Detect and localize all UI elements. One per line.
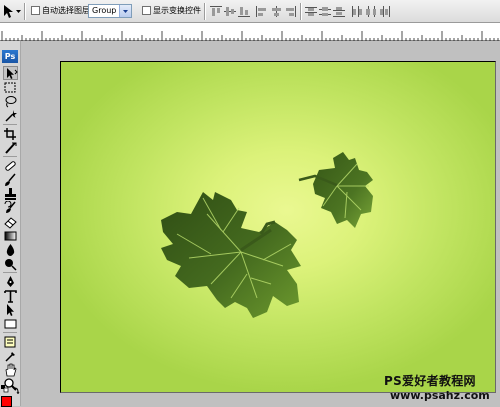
align-horizontal-centers-icon[interactable]	[270, 6, 282, 17]
dodge-icon	[5, 259, 17, 271]
distribute-left-icon[interactable]	[351, 6, 363, 17]
clone-stamp-tool[interactable]	[3, 187, 18, 201]
separator	[204, 3, 206, 20]
shape-tool[interactable]	[3, 317, 18, 331]
foreground-color-swatch[interactable]	[1, 396, 12, 407]
blur-tool[interactable]	[3, 243, 18, 257]
lasso-tool[interactable]	[3, 95, 18, 109]
brush-tool[interactable]	[3, 173, 18, 187]
slice-tool[interactable]	[3, 141, 18, 155]
ps-logo[interactable]: Ps	[2, 50, 18, 63]
align-bottom-edges-icon[interactable]	[238, 6, 250, 17]
move-arrow-icon	[4, 5, 21, 18]
distribute-top-icon[interactable]	[305, 6, 317, 17]
crop-tool[interactable]	[3, 127, 18, 141]
align-vertical-centers-icon[interactable]	[224, 6, 236, 17]
magic-wand-tool[interactable]	[3, 109, 18, 123]
separator	[3, 156, 17, 157]
eraser-icon	[4, 217, 17, 229]
align-left-edges-icon[interactable]	[256, 6, 268, 17]
move-icon	[7, 68, 18, 79]
align-right-edges-icon[interactable]	[284, 6, 296, 17]
bandage-icon	[5, 161, 16, 171]
options-bar: 自动选择图层 Group 显示变换控件	[0, 0, 500, 23]
type-icon	[4, 290, 17, 303]
separator	[300, 3, 302, 20]
brush-icon	[5, 173, 16, 186]
dodge-tool[interactable]	[3, 257, 18, 271]
gradient-icon	[4, 231, 17, 241]
auto-select-checkbox[interactable]	[31, 6, 40, 15]
notes-icon	[4, 336, 16, 348]
eraser-tool[interactable]	[3, 215, 18, 229]
slice-icon	[5, 142, 17, 154]
eyedropper-tool[interactable]	[3, 349, 18, 363]
toolbox: Ps	[0, 41, 21, 407]
rectangle-icon	[4, 319, 17, 329]
leaves-artwork	[161, 152, 373, 318]
ruler-ticks	[1, 31, 499, 41]
separator	[24, 3, 26, 20]
watermark-url: www.psahz.com	[390, 389, 490, 402]
history-brush-tool[interactable]	[3, 201, 18, 215]
auto-select-dropdown[interactable]: Group	[88, 4, 132, 18]
marquee-tool[interactable]	[3, 81, 18, 95]
healing-brush-tool[interactable]	[3, 159, 18, 173]
hand-icon	[5, 363, 17, 377]
small-leaf	[298, 152, 373, 228]
magic-wand-icon	[5, 110, 17, 122]
crop-icon	[4, 128, 16, 140]
drop-icon	[6, 244, 15, 256]
move-tool-preset-picker[interactable]	[2, 4, 22, 19]
history-brush-icon	[4, 201, 16, 213]
stamp-icon	[5, 188, 16, 200]
marquee-icon	[4, 82, 16, 93]
default-colors-icon[interactable]	[1, 385, 9, 393]
show-transform-label: 显示变换控件	[153, 6, 201, 15]
large-leaf	[161, 192, 301, 318]
document-canvas[interactable]	[60, 61, 496, 393]
pen-tool[interactable]	[3, 275, 18, 289]
separator	[3, 332, 17, 333]
distribute-horizontal-centers-icon[interactable]	[365, 6, 377, 17]
show-transform-checkbox[interactable]	[142, 6, 151, 15]
separator	[3, 124, 17, 125]
gradient-tool[interactable]	[3, 229, 18, 243]
chevron-down-icon	[119, 5, 131, 17]
horizontal-ruler	[0, 23, 500, 41]
path-selection-tool[interactable]	[3, 303, 18, 317]
eyedropper-icon	[5, 352, 15, 362]
watermark: PS爱好者教程网 www.psahz.com	[380, 370, 500, 406]
move-tool[interactable]	[3, 66, 18, 80]
hand-tool[interactable]	[3, 363, 18, 377]
swap-colors-icon[interactable]	[12, 386, 20, 394]
align-top-edges-icon[interactable]	[210, 6, 222, 17]
distribute-bottom-icon[interactable]	[333, 6, 345, 17]
notes-tool[interactable]	[3, 335, 18, 349]
type-tool[interactable]	[3, 289, 18, 303]
auto-select-label: 自动选择图层	[42, 6, 90, 15]
lasso-icon	[5, 96, 17, 108]
separator	[3, 272, 17, 273]
distribute-vertical-centers-icon[interactable]	[319, 6, 331, 17]
auto-select-value: Group	[92, 6, 117, 15]
pen-icon	[7, 276, 14, 287]
path-arrow-icon	[7, 304, 14, 316]
watermark-site-name: PS爱好者教程网	[384, 374, 476, 388]
distribute-right-icon[interactable]	[379, 6, 391, 17]
